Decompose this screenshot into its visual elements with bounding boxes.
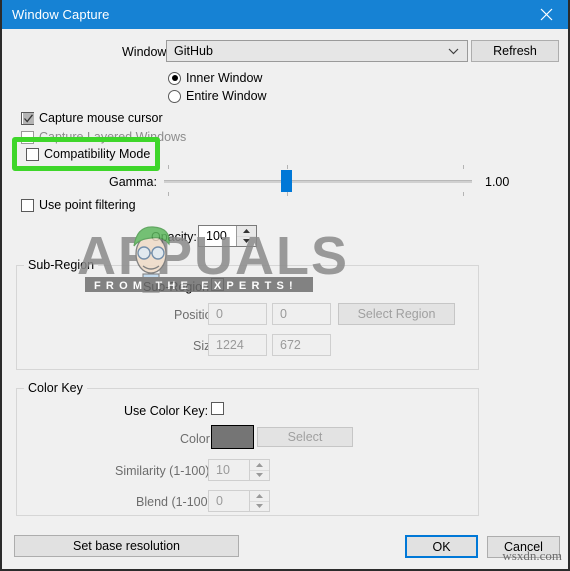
position-y-input[interactable]: 0 (272, 303, 331, 325)
caret-down-icon (243, 239, 250, 244)
check-icon (23, 112, 34, 124)
radio-entire-window-label: Entire Window (186, 89, 267, 103)
chevron-down-icon (448, 44, 459, 58)
similarity-spinner[interactable]: 10 (208, 459, 270, 481)
close-icon[interactable] (524, 0, 568, 29)
caret-up-icon (243, 228, 250, 233)
close-glyph (540, 8, 552, 21)
gamma-tick-right-bottom (463, 192, 464, 196)
use-point-filtering-label: Use point filtering (39, 198, 136, 212)
gamma-value: 1.00 (485, 175, 510, 189)
gamma-tick-mid-top (287, 165, 288, 169)
similarity-decrement-button[interactable] (250, 469, 269, 480)
opacity-value: 100 (206, 229, 227, 243)
blend-spinner[interactable]: 0 (208, 490, 270, 512)
radio-inner-window[interactable]: Inner Window (168, 71, 262, 85)
blend-label: Blend (1-100): (136, 495, 216, 509)
position-y-value: 0 (280, 307, 287, 321)
caret-down-icon (256, 504, 263, 509)
set-base-resolution-button[interactable]: Set base resolution (14, 535, 239, 557)
color-label: Color (180, 432, 210, 446)
compatibility-mode-checkbox[interactable]: Compatibility Mode (26, 147, 150, 161)
refresh-button[interactable]: Refresh (471, 40, 559, 62)
title-bar: Window Capture (2, 0, 568, 29)
radio-inner-window-indicator (168, 71, 181, 85)
window-select-dropdown[interactable]: GitHub (166, 40, 468, 62)
color-swatch[interactable] (211, 425, 254, 449)
blend-decrement-button[interactable] (250, 500, 269, 511)
caret-up-icon (256, 493, 263, 498)
gamma-tick-right-top (463, 165, 464, 169)
subregion-checkbox-label: Sub-Region (143, 280, 210, 294)
radio-entire-window-indicator (168, 89, 181, 103)
gamma-tick-mid-bottom (287, 192, 288, 196)
capture-mouse-cursor-label: Capture mouse cursor (39, 111, 163, 125)
gamma-slider-thumb[interactable] (281, 170, 292, 192)
capture-layered-windows-checkbox[interactable]: Capture Layered Windows (21, 130, 186, 144)
blend-spinner-buttons (249, 491, 269, 511)
use-color-key-box (211, 402, 224, 415)
size-width-value: 1224 (216, 338, 244, 352)
similarity-value: 10 (216, 463, 230, 477)
capture-layered-windows-label: Capture Layered Windows (39, 130, 187, 144)
opacity-increment-button[interactable] (237, 226, 256, 236)
subregion-checkbox-box (211, 278, 224, 291)
similarity-increment-button[interactable] (250, 460, 269, 470)
subregion-group-title: Sub-Region (24, 258, 99, 272)
opacity-label: Opacity: (151, 230, 197, 244)
ok-button[interactable]: OK (405, 535, 478, 558)
capture-layered-windows-box (21, 130, 34, 144)
radio-entire-window[interactable]: Entire Window (168, 89, 267, 103)
use-point-filtering-checkbox[interactable]: Use point filtering (21, 198, 136, 212)
subregion-checkbox[interactable] (211, 278, 224, 291)
window-select-value: GitHub (174, 44, 213, 58)
window-title: Window Capture (12, 7, 110, 22)
radio-inner-window-label: Inner Window (186, 71, 263, 85)
use-point-filtering-box (21, 198, 34, 212)
opacity-decrement-button[interactable] (237, 235, 256, 246)
window-select-label: Window: (122, 45, 170, 59)
gamma-label: Gamma: (109, 175, 157, 189)
similarity-label: Similarity (1-100): (115, 464, 213, 478)
gamma-tick-left-top (168, 165, 169, 169)
gamma-tick-left-bottom (168, 192, 169, 196)
capture-mouse-cursor-box (21, 111, 34, 125)
use-color-key-label: Use Color Key: (124, 404, 209, 418)
position-x-input[interactable]: 0 (208, 303, 267, 325)
similarity-spinner-buttons (249, 460, 269, 480)
gamma-slider-track[interactable] (164, 180, 472, 183)
cancel-button[interactable]: Cancel (487, 536, 560, 558)
compatibility-mode-box (26, 147, 39, 161)
blend-increment-button[interactable] (250, 491, 269, 501)
capture-mouse-cursor-checkbox[interactable]: Capture mouse cursor (21, 111, 163, 125)
size-height-input[interactable]: 672 (272, 334, 331, 356)
use-color-key-checkbox[interactable] (211, 402, 224, 415)
compatibility-mode-label: Compatibility Mode (44, 147, 151, 161)
opacity-spinner-buttons (236, 226, 256, 246)
size-height-value: 672 (280, 338, 301, 352)
caret-up-icon (256, 462, 263, 467)
size-width-input[interactable]: 1224 (208, 334, 267, 356)
position-x-value: 0 (216, 307, 223, 321)
window-capture-dialog: Window Capture Window: GitHub Refresh In… (0, 0, 570, 571)
select-region-button[interactable]: Select Region (338, 303, 455, 325)
blend-value: 0 (216, 494, 223, 508)
select-color-button[interactable]: Select (257, 427, 353, 447)
colorkey-group-title: Color Key (24, 381, 87, 395)
caret-down-icon (256, 473, 263, 478)
opacity-spinner[interactable]: 100 (198, 225, 257, 247)
